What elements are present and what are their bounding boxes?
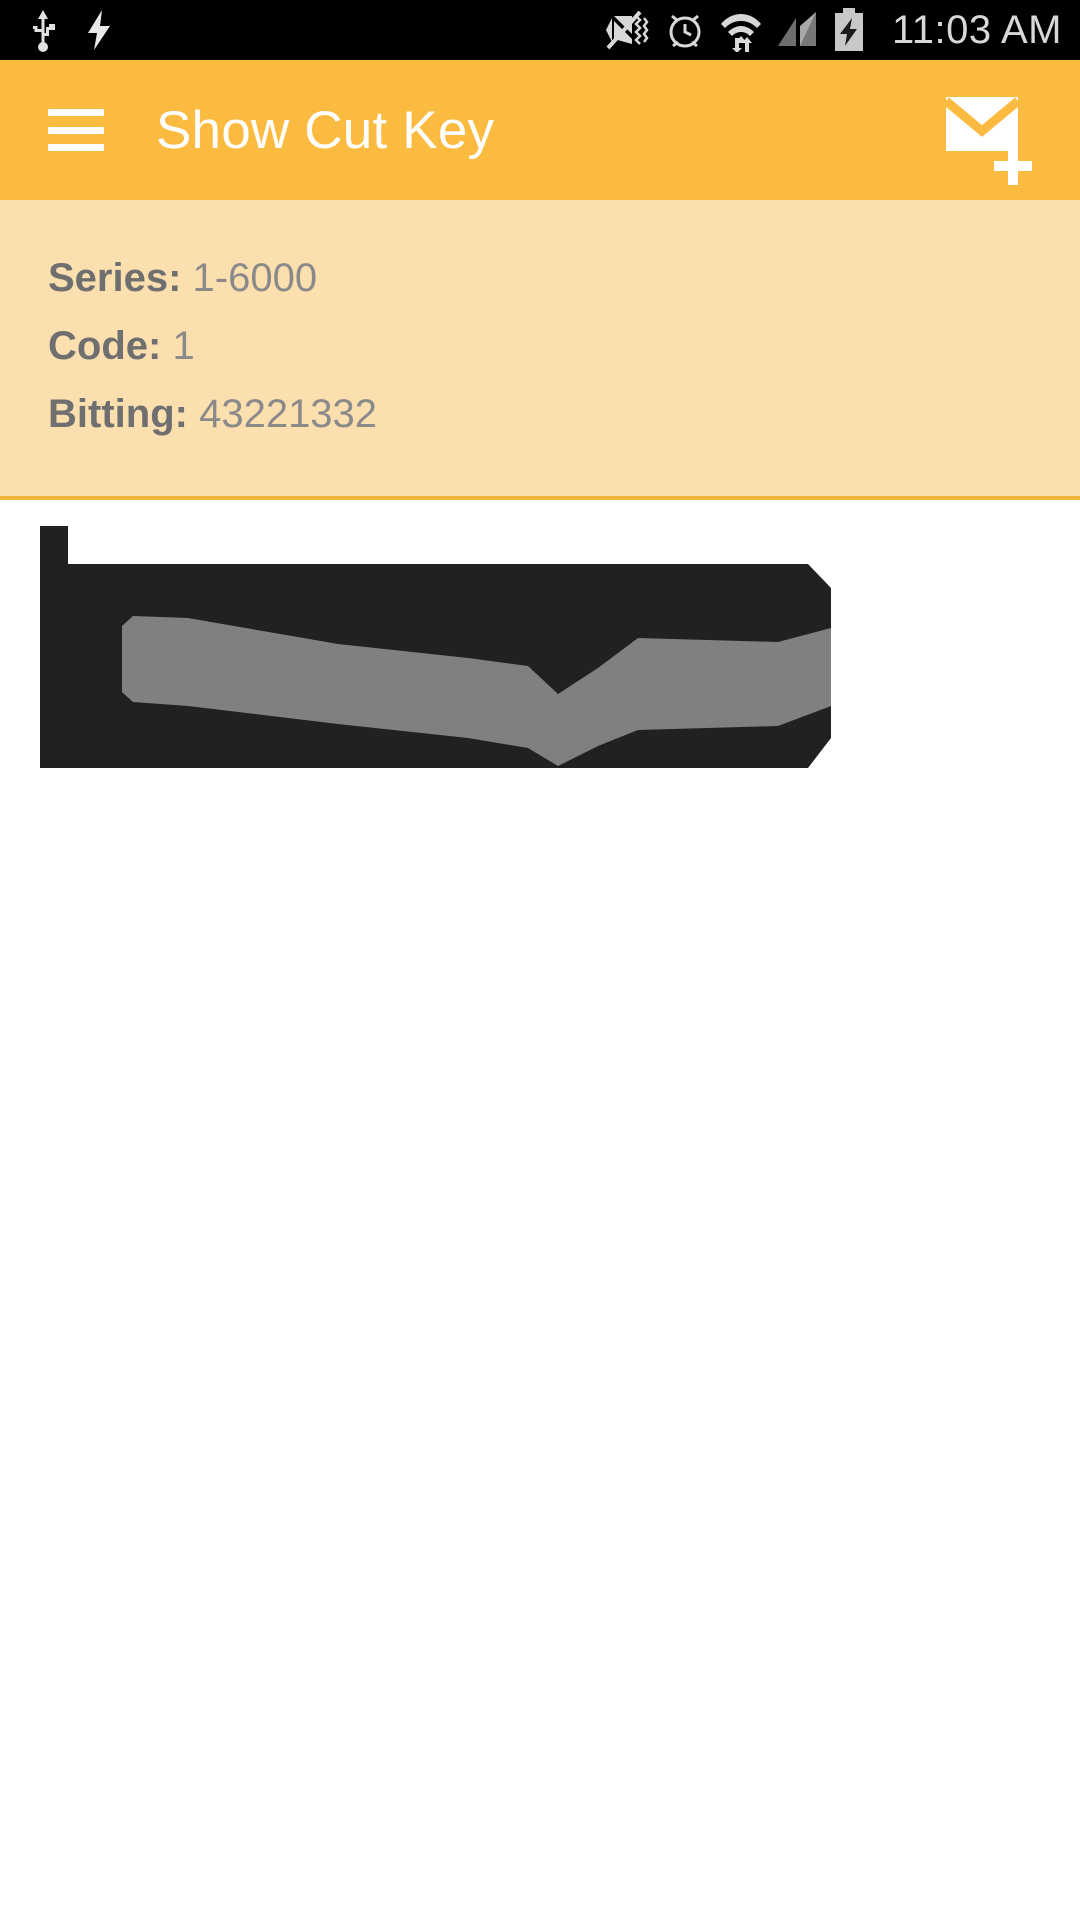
series-value: 1-6000 (192, 256, 318, 300)
hamburger-menu-icon[interactable] (48, 109, 104, 151)
battery-charging-icon (834, 8, 863, 51)
series-label: Series: (48, 256, 182, 300)
app-bar: Show Cut Key (0, 60, 1080, 200)
status-bar-left-icons (28, 8, 114, 52)
info-row-bitting: Bitting: 43221332 (48, 380, 1080, 448)
status-bar: 11:03 AM (0, 0, 1080, 60)
vibrate-off-icon (605, 10, 649, 50)
code-value: 1 (172, 324, 195, 368)
code-label: Code: (48, 324, 162, 368)
envelope-plus-icon[interactable] (932, 75, 1042, 185)
info-row-code: Code: 1 (48, 312, 1080, 380)
charging-bolt-icon (88, 10, 110, 50)
hamburger-line (48, 126, 104, 134)
key-diagram-area (0, 500, 1080, 1920)
key-info-panel: Series: 1-6000 Code: 1 Bitting: 43221332 (0, 200, 1080, 500)
usb-icon (33, 10, 55, 52)
alarm-icon (669, 14, 701, 48)
signal-bars-icon (777, 12, 816, 46)
status-bar-right-icons: 11:03 AM (604, 7, 1062, 53)
hamburger-line (48, 109, 104, 116)
info-row-series: Series: 1-6000 (48, 244, 1080, 312)
cut-key-diagram (40, 526, 831, 768)
bitting-label: Bitting: (48, 392, 188, 436)
wifi-transfer-icon (720, 14, 761, 52)
hamburger-line (48, 144, 104, 151)
page-title: Show Cut Key (156, 100, 495, 160)
bitting-value: 43221332 (199, 392, 378, 436)
status-bar-clock: 11:03 AM (891, 7, 1062, 52)
